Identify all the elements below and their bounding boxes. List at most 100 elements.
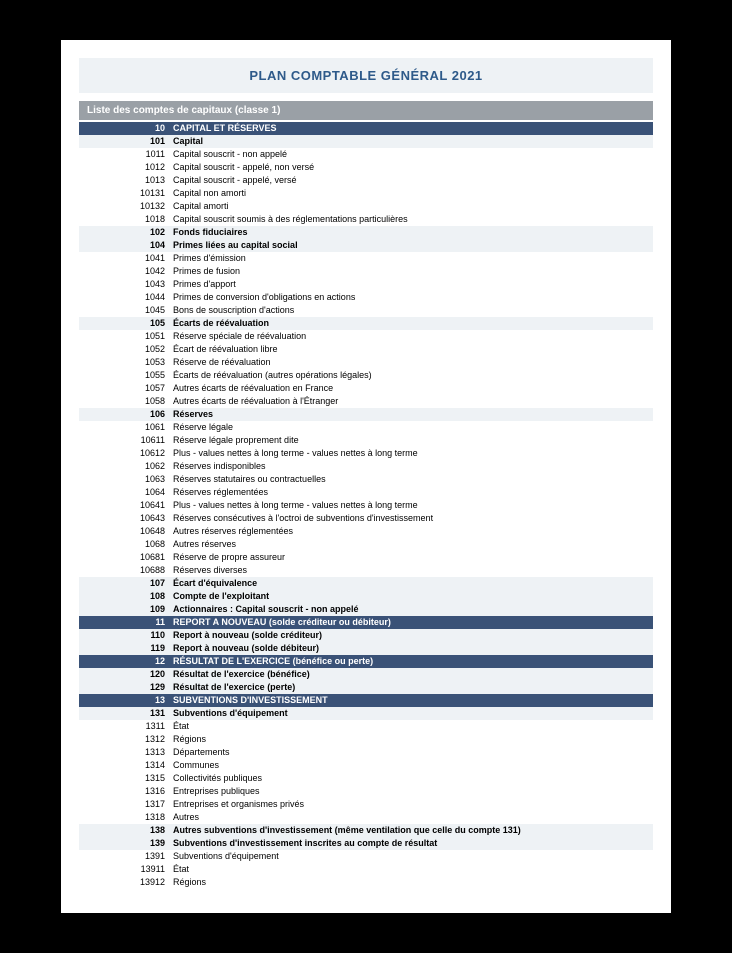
document-page: PLAN COMPTABLE GÉNÉRAL 2021 Liste des co…: [61, 40, 671, 913]
account-row: 1043Primes d'apport: [79, 278, 653, 291]
account-label: Régions: [171, 876, 653, 889]
account-row: 1018Capital souscrit soumis à des réglem…: [79, 213, 653, 226]
account-code: 1058: [79, 395, 171, 408]
account-row: 108Compte de l'exploitant: [79, 590, 653, 603]
account-label: Autres subventions d'investissement (mêm…: [171, 824, 653, 837]
account-code: 1315: [79, 772, 171, 785]
account-label: Capital souscrit - appelé, versé: [171, 174, 653, 187]
account-label: Écart d'équivalence: [171, 577, 653, 590]
account-code: 10641: [79, 499, 171, 512]
account-label: Autres réserves: [171, 538, 653, 551]
account-code: 10: [79, 122, 171, 135]
account-row: 10643Réserves consécutives à l'octroi de…: [79, 512, 653, 525]
account-row: 10688Réserves diverses: [79, 564, 653, 577]
account-label: Capital souscrit - appelé, non versé: [171, 161, 653, 174]
account-code: 108: [79, 590, 171, 603]
account-code: 110: [79, 629, 171, 642]
account-row: 1051Réserve spéciale de réévaluation: [79, 330, 653, 343]
account-label: Réserves réglementées: [171, 486, 653, 499]
account-code: 11: [79, 616, 171, 629]
account-label: Primes d'apport: [171, 278, 653, 291]
account-row: 1062Réserves indisponibles: [79, 460, 653, 473]
account-code: 1068: [79, 538, 171, 551]
account-code: 1314: [79, 759, 171, 772]
account-label: Réserves consécutives à l'octroi de subv…: [171, 512, 653, 525]
account-row: 107Écart d'équivalence: [79, 577, 653, 590]
account-label: SUBVENTIONS D'INVESTISSEMENT: [171, 694, 653, 707]
account-row: 1058Autres écarts de réévaluation à l'Ét…: [79, 395, 653, 408]
account-code: 1045: [79, 304, 171, 317]
account-label: Capital souscrit - non appelé: [171, 148, 653, 161]
account-row: 1063Réserves statutaires ou contractuell…: [79, 473, 653, 486]
account-label: Subventions d'investissement inscrites a…: [171, 837, 653, 850]
account-row: 10641Plus - values nettes à long terme -…: [79, 499, 653, 512]
account-row: 1052Écart de réévaluation libre: [79, 343, 653, 356]
account-code: 129: [79, 681, 171, 694]
account-label: Capital non amorti: [171, 187, 653, 200]
account-label: Autres écarts de réévaluation en France: [171, 382, 653, 395]
account-label: Réserve légale proprement dite: [171, 434, 653, 447]
account-label: Résultat de l'exercice (perte): [171, 681, 653, 694]
account-code: 1013: [79, 174, 171, 187]
account-row: 1316Entreprises publiques: [79, 785, 653, 798]
account-code: 10131: [79, 187, 171, 200]
account-code: 10611: [79, 434, 171, 447]
account-label: Primes d'émission: [171, 252, 653, 265]
account-row: 1068Autres réserves: [79, 538, 653, 551]
account-label: Autres écarts de réévaluation à l'Étrang…: [171, 395, 653, 408]
account-code: 139: [79, 837, 171, 850]
account-code: 1055: [79, 369, 171, 382]
account-row: 1013Capital souscrit - appelé, versé: [79, 174, 653, 187]
account-label: Réserves indisponibles: [171, 460, 653, 473]
account-row: 138Autres subventions d'investissement (…: [79, 824, 653, 837]
account-row: 1317Entreprises et organismes privés: [79, 798, 653, 811]
account-label: Autres: [171, 811, 653, 824]
account-code: 120: [79, 668, 171, 681]
account-code: 1311: [79, 720, 171, 733]
account-row: 1061Réserve légale: [79, 421, 653, 434]
account-code: 1316: [79, 785, 171, 798]
account-row: 104Primes liées au capital social: [79, 239, 653, 252]
account-code: 1052: [79, 343, 171, 356]
account-label: Départements: [171, 746, 653, 759]
account-row: 10132Capital amorti: [79, 200, 653, 213]
account-label: Entreprises et organismes privés: [171, 798, 653, 811]
account-label: Capital amorti: [171, 200, 653, 213]
account-label: Autres réserves réglementées: [171, 525, 653, 538]
title-bar: PLAN COMPTABLE GÉNÉRAL 2021: [79, 58, 653, 93]
account-label: État: [171, 863, 653, 876]
account-label: Capital souscrit soumis à des réglementa…: [171, 213, 653, 226]
section-header: Liste des comptes de capitaux (classe 1): [79, 101, 653, 120]
account-row: 13912Régions: [79, 876, 653, 889]
account-code: 106: [79, 408, 171, 421]
account-row: 1012Capital souscrit - appelé, non versé: [79, 161, 653, 174]
account-code: 1313: [79, 746, 171, 759]
account-label: Régions: [171, 733, 653, 746]
account-row: 119Report à nouveau (solde débiteur): [79, 642, 653, 655]
account-row: 1318Autres: [79, 811, 653, 824]
account-code: 10643: [79, 512, 171, 525]
account-code: 1053: [79, 356, 171, 369]
account-label: Réserve de réévaluation: [171, 356, 653, 369]
account-label: Collectivités publiques: [171, 772, 653, 785]
account-label: CAPITAL ET RÉSERVES: [171, 122, 653, 135]
account-code: 138: [79, 824, 171, 837]
account-code: 1062: [79, 460, 171, 473]
account-code: 1011: [79, 148, 171, 161]
account-row: 129Résultat de l'exercice (perte): [79, 681, 653, 694]
account-row: 10CAPITAL ET RÉSERVES: [79, 122, 653, 135]
account-label: Bons de souscription d'actions: [171, 304, 653, 317]
account-row: 109Actionnaires : Capital souscrit - non…: [79, 603, 653, 616]
account-row: 11REPORT A NOUVEAU (solde créditeur ou d…: [79, 616, 653, 629]
account-label: Actionnaires : Capital souscrit - non ap…: [171, 603, 653, 616]
account-code: 1043: [79, 278, 171, 291]
account-label: Réserves statutaires ou contractuelles: [171, 473, 653, 486]
account-row: 1312Régions: [79, 733, 653, 746]
account-row: 1041Primes d'émission: [79, 252, 653, 265]
account-code: 119: [79, 642, 171, 655]
account-row: 131Subventions d'équipement: [79, 707, 653, 720]
account-code: 10132: [79, 200, 171, 213]
account-label: Primes de fusion: [171, 265, 653, 278]
account-row: 1064Réserves réglementées: [79, 486, 653, 499]
account-code: 1064: [79, 486, 171, 499]
